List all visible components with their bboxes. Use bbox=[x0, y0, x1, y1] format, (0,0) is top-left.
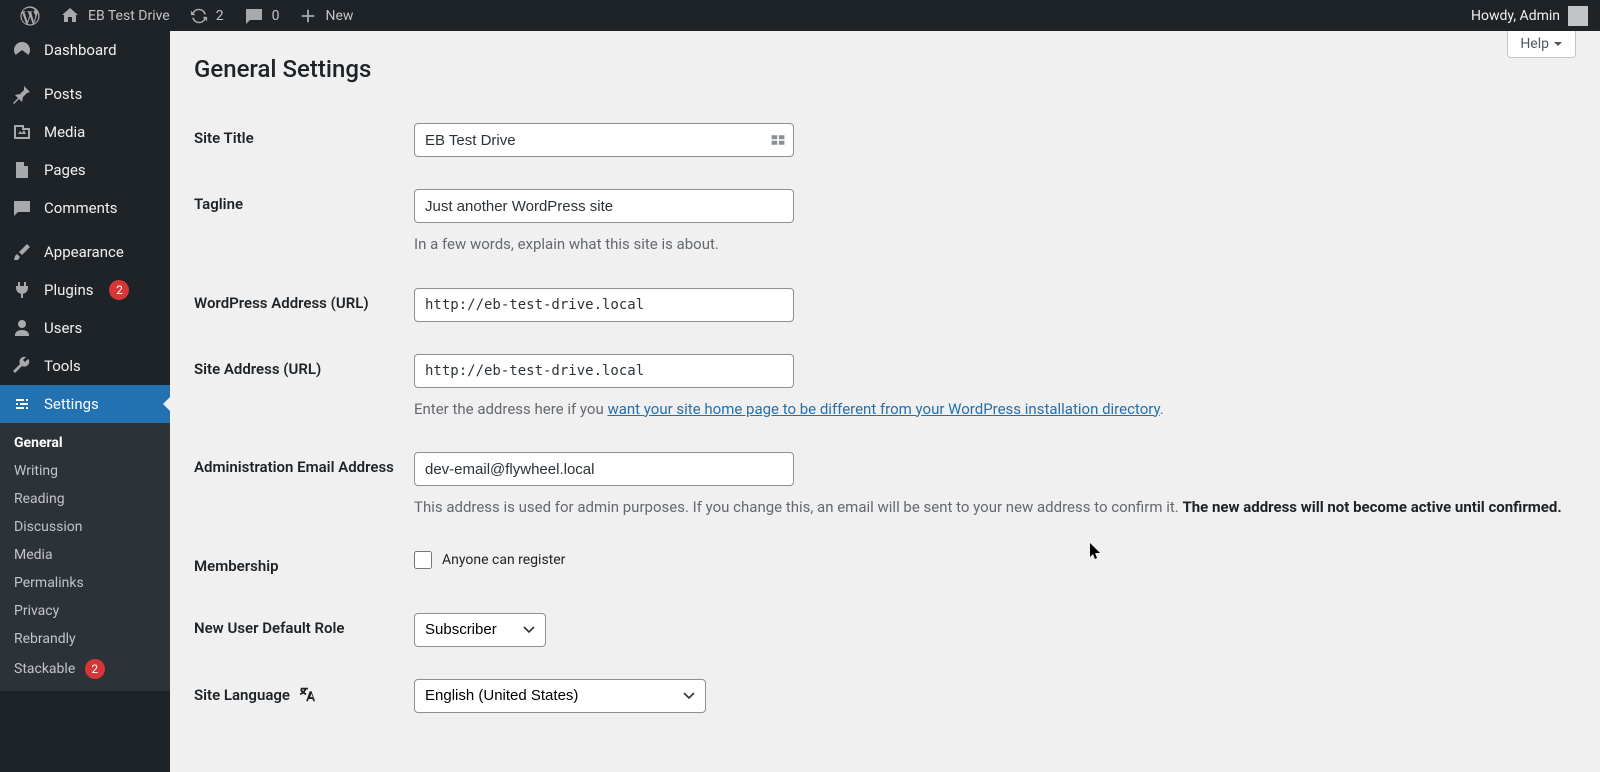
site-url-desc-link[interactable]: want your site home page to be different… bbox=[607, 400, 1159, 418]
site-language-select[interactable]: English (United States) bbox=[414, 679, 706, 713]
submenu-item-media[interactable]: Media bbox=[0, 541, 170, 569]
admin-email-input[interactable] bbox=[414, 452, 794, 486]
plugins-badge: 2 bbox=[109, 280, 129, 300]
site-url-desc: Enter the address here if you want your … bbox=[414, 398, 1576, 421]
media-icon bbox=[12, 122, 32, 142]
menu-label: Comments bbox=[44, 199, 118, 217]
menu-label: Pages bbox=[44, 161, 86, 179]
sidebar-item-dashboard[interactable]: Dashboard bbox=[0, 31, 170, 69]
membership-label: Membership bbox=[194, 535, 414, 597]
menu-label: Tools bbox=[44, 357, 81, 375]
sidebar-item-comments[interactable]: Comments bbox=[0, 189, 170, 227]
sidebar-item-tools[interactable]: Tools bbox=[0, 347, 170, 385]
menu-label: Dashboard bbox=[44, 41, 117, 59]
admin-email-label: Administration Email Address bbox=[194, 436, 414, 535]
tagline-label: Tagline bbox=[194, 173, 414, 272]
submenu-item-general[interactable]: General bbox=[0, 429, 170, 457]
home-icon bbox=[60, 6, 80, 26]
menu-label: Posts bbox=[44, 85, 82, 103]
site-name-link[interactable]: EB Test Drive bbox=[50, 6, 180, 26]
comments-link[interactable]: 0 bbox=[234, 6, 290, 26]
default-role-label: New User Default Role bbox=[194, 597, 414, 663]
submenu-item-writing[interactable]: Writing bbox=[0, 457, 170, 485]
admin-email-desc: This address is used for admin purposes.… bbox=[414, 496, 1576, 519]
membership-checkbox[interactable] bbox=[414, 551, 432, 569]
tagline-input[interactable] bbox=[414, 189, 794, 223]
sidebar-item-pages[interactable]: Pages bbox=[0, 151, 170, 189]
menu-label: Plugins bbox=[44, 281, 93, 299]
new-label: New bbox=[325, 8, 353, 24]
comment-icon bbox=[12, 198, 32, 218]
menu-label: Media bbox=[44, 123, 85, 141]
comments-count: 0 bbox=[272, 8, 280, 24]
plugin-icon bbox=[12, 280, 32, 300]
updates-count: 2 bbox=[216, 8, 224, 24]
admin-sidebar: Dashboard Posts Media Pages Comments App… bbox=[0, 31, 170, 772]
menu-label: Users bbox=[44, 319, 82, 337]
sidebar-item-media[interactable]: Media bbox=[0, 113, 170, 151]
new-link[interactable]: New bbox=[289, 7, 363, 25]
site-name: EB Test Drive bbox=[88, 8, 170, 24]
submenu-item-reading[interactable]: Reading bbox=[0, 485, 170, 513]
autofill-icon bbox=[770, 132, 786, 148]
menu-label: Appearance bbox=[44, 243, 124, 261]
admin-bar: EB Test Drive 2 0 New Howdy, Admin bbox=[0, 0, 1600, 31]
submenu-item-permalinks[interactable]: Permalinks bbox=[0, 569, 170, 597]
site-url-input[interactable] bbox=[414, 354, 794, 388]
updates-link[interactable]: 2 bbox=[180, 7, 234, 25]
menu-label: Settings bbox=[44, 395, 99, 413]
avatar[interactable] bbox=[1568, 6, 1588, 26]
sidebar-item-plugins[interactable]: Plugins 2 bbox=[0, 271, 170, 309]
membership-checkbox-label[interactable]: Anyone can register bbox=[414, 551, 1576, 569]
wordpress-icon bbox=[20, 6, 40, 26]
settings-submenu: General Writing Reading Discussion Media… bbox=[0, 423, 170, 691]
wp-url-label: WordPress Address (URL) bbox=[194, 272, 414, 338]
chevron-down-icon bbox=[1553, 39, 1563, 49]
wp-url-input[interactable] bbox=[414, 288, 794, 322]
wrench-icon bbox=[12, 356, 32, 376]
pin-icon bbox=[12, 84, 32, 104]
dashboard-icon bbox=[12, 40, 32, 60]
sidebar-item-posts[interactable]: Posts bbox=[0, 75, 170, 113]
site-title-label: Site Title bbox=[194, 107, 414, 173]
brush-icon bbox=[12, 242, 32, 262]
default-role-select[interactable]: Subscriber bbox=[414, 613, 546, 647]
wp-logo[interactable] bbox=[10, 6, 50, 26]
sidebar-item-settings[interactable]: Settings bbox=[0, 385, 170, 423]
submenu-item-stackable[interactable]: Stackable 2 bbox=[0, 653, 170, 685]
settings-icon bbox=[12, 394, 32, 414]
sidebar-item-users[interactable]: Users bbox=[0, 309, 170, 347]
user-icon bbox=[12, 318, 32, 338]
site-language-label: Site Language bbox=[194, 663, 414, 729]
howdy-greeting[interactable]: Howdy, Admin bbox=[1471, 8, 1560, 24]
plus-icon bbox=[299, 7, 317, 25]
site-title-input[interactable] bbox=[414, 123, 794, 157]
site-url-label: Site Address (URL) bbox=[194, 338, 414, 437]
submenu-item-discussion[interactable]: Discussion bbox=[0, 513, 170, 541]
page-title: General Settings bbox=[194, 55, 1576, 83]
stackable-badge: 2 bbox=[85, 659, 105, 679]
pages-icon bbox=[12, 160, 32, 180]
submenu-item-privacy[interactable]: Privacy bbox=[0, 597, 170, 625]
comment-icon bbox=[244, 6, 264, 26]
submenu-item-rebrandly[interactable]: Rebrandly bbox=[0, 625, 170, 653]
update-icon bbox=[190, 7, 208, 25]
settings-form: Site Title Tagline In a few words, expla… bbox=[194, 107, 1576, 729]
page-content: Help General Settings Site Title Tagline… bbox=[170, 31, 1600, 772]
tagline-desc: In a few words, explain what this site i… bbox=[414, 233, 1576, 256]
sidebar-item-appearance[interactable]: Appearance bbox=[0, 233, 170, 271]
translate-icon bbox=[298, 685, 316, 707]
help-tab[interactable]: Help bbox=[1507, 31, 1576, 58]
